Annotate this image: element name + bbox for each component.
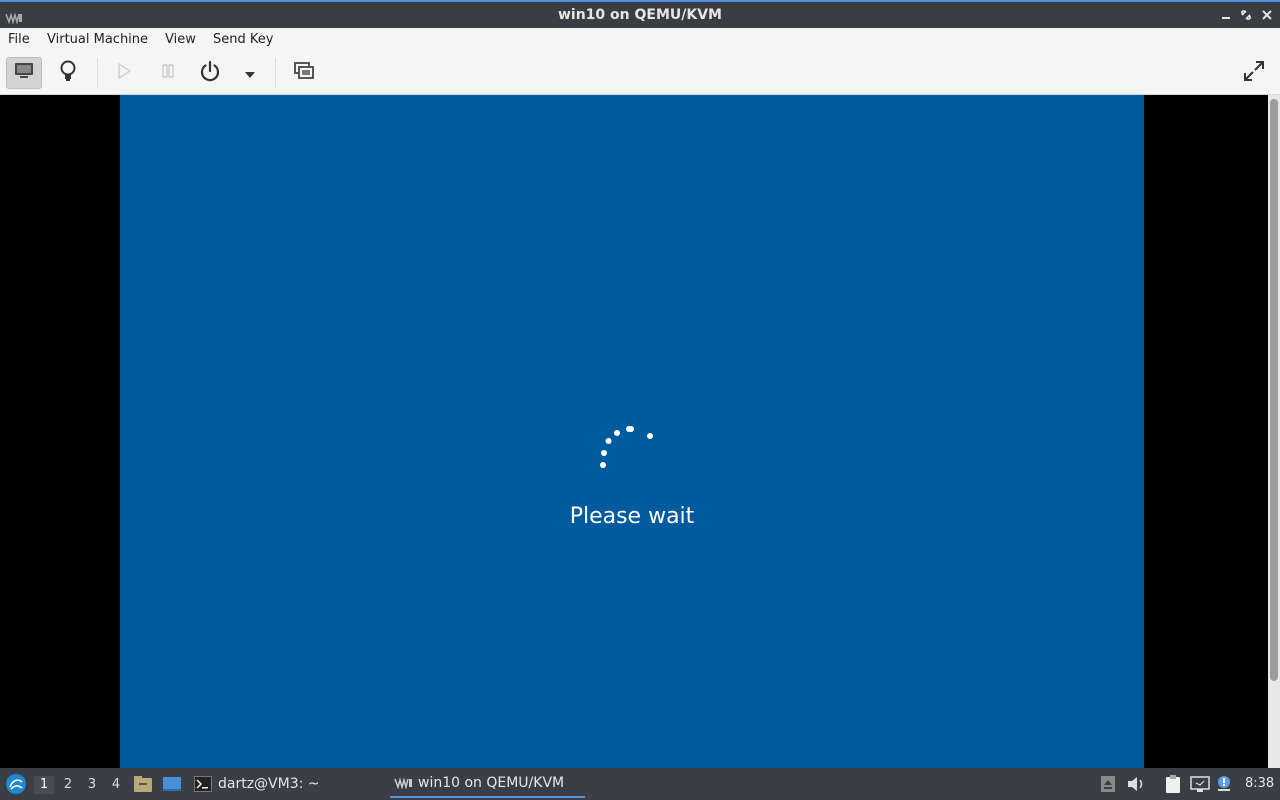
- workspace-3[interactable]: 3: [82, 776, 102, 794]
- snapshots-button[interactable]: [286, 57, 322, 89]
- toolbar: [0, 52, 1280, 95]
- desktop-icon: [163, 777, 181, 791]
- fullscreen-button[interactable]: [1236, 57, 1272, 89]
- show-desktop-launcher[interactable]: [162, 774, 182, 794]
- virt-manager-icon: [394, 777, 414, 789]
- vm-display-area[interactable]: Please wait: [0, 95, 1280, 768]
- pause-button[interactable]: [150, 57, 186, 89]
- volume-icon: [1128, 777, 1143, 791]
- menu-send-key[interactable]: Send Key: [213, 32, 273, 47]
- menu-view[interactable]: View: [165, 32, 196, 47]
- file-manager-launcher[interactable]: [133, 774, 153, 794]
- run-button[interactable]: [106, 57, 142, 89]
- menu-bar: File Virtual Machine View Send Key: [0, 28, 1280, 52]
- toolbar-separator: [275, 58, 276, 88]
- snapshot-icon: [293, 61, 315, 85]
- details-button[interactable]: [50, 57, 86, 89]
- menu-virtual-machine[interactable]: Virtual Machine: [47, 32, 148, 47]
- workspace-2[interactable]: 2: [58, 776, 78, 794]
- start-menu-button[interactable]: [5, 773, 27, 795]
- tray-eject[interactable]: [1098, 774, 1118, 794]
- pause-icon: [160, 62, 176, 84]
- lightbulb-icon: [59, 60, 77, 86]
- taskbar-clock[interactable]: 8:38: [1245, 776, 1274, 791]
- vertical-scrollbar[interactable]: [1268, 95, 1280, 768]
- task-label: win10 on QEMU/KVM: [418, 775, 565, 791]
- chevron-down-icon: [244, 64, 256, 83]
- monitor-icon: [14, 62, 34, 84]
- tray-network[interactable]: [1190, 774, 1210, 794]
- workspace-4[interactable]: 4: [106, 776, 126, 794]
- power-icon: [199, 60, 221, 86]
- clipboard-icon: [1166, 775, 1180, 793]
- window-titlebar[interactable]: win10 on QEMU/KVM: [0, 0, 1280, 28]
- task-terminal[interactable]: dartz@VM3: ~: [194, 770, 320, 798]
- folder-icon: [134, 776, 152, 792]
- removable-media-icon: [1101, 776, 1115, 792]
- tray-volume[interactable]: [1126, 774, 1146, 794]
- lubuntu-logo-icon: [6, 774, 26, 794]
- tray-notifications[interactable]: [1214, 774, 1234, 794]
- menu-file[interactable]: File: [8, 32, 30, 47]
- window-title: win10 on QEMU/KVM: [557, 7, 722, 23]
- scrollbar-thumb[interactable]: [1270, 99, 1278, 681]
- shutdown-button[interactable]: [192, 57, 228, 89]
- taskbar: 1 2 3 4 dartz@VM3: ~ win10 on QEMU/KVM 8…: [0, 768, 1280, 800]
- terminal-icon: [194, 776, 212, 792]
- tray-clipboard[interactable]: [1163, 774, 1183, 794]
- task-virt-manager[interactable]: win10 on QEMU/KVM: [390, 770, 585, 798]
- fullscreen-icon: [1242, 59, 1266, 87]
- task-label: dartz@VM3: ~: [218, 776, 320, 792]
- maximize-button[interactable]: [1239, 8, 1253, 22]
- play-icon: [116, 62, 132, 84]
- vm-screen[interactable]: Please wait: [120, 95, 1144, 768]
- loading-spinner-icon: [600, 426, 653, 468]
- close-button[interactable]: [1260, 8, 1274, 22]
- please-wait-message: Please wait: [569, 504, 695, 529]
- toolbar-separator: [97, 58, 98, 88]
- minimize-button[interactable]: [1219, 8, 1233, 22]
- shutdown-menu-button[interactable]: [236, 57, 264, 89]
- console-button[interactable]: [6, 57, 42, 89]
- workspace-1[interactable]: 1: [34, 776, 54, 794]
- network-icon: [1190, 776, 1210, 792]
- notification-icon: [1218, 776, 1230, 791]
